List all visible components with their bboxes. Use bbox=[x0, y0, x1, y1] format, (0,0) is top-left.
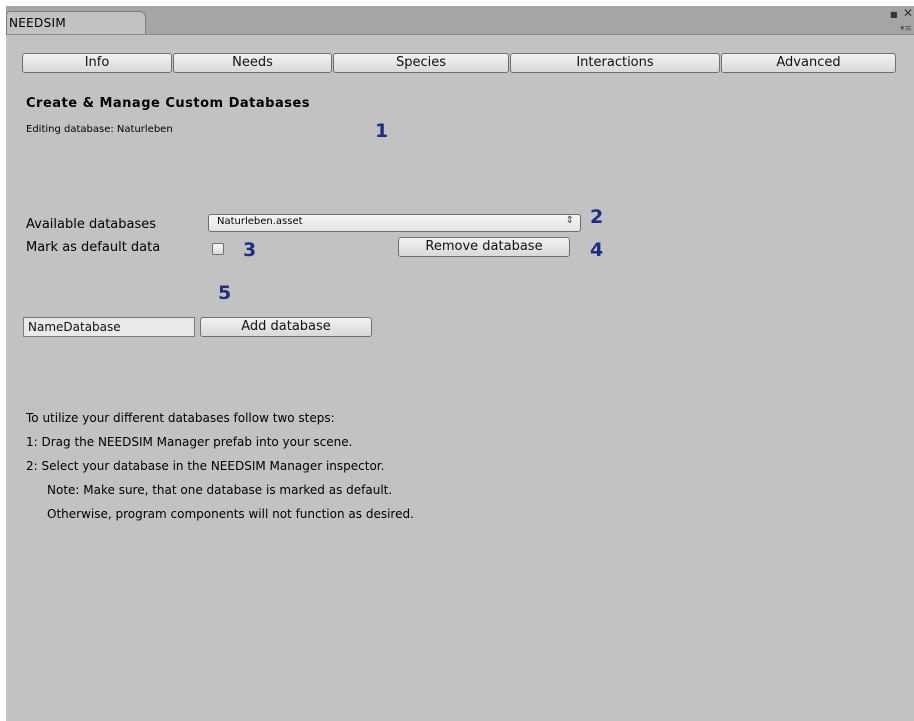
close-icon[interactable]: ✕ bbox=[903, 7, 913, 19]
instructions-text: To utilize your different databases foll… bbox=[26, 406, 414, 526]
annotation-marker-3: 3 bbox=[243, 239, 257, 261]
mark-default-label: Mark as default data bbox=[26, 240, 161, 255]
dropdown-arrows-icon: ⇕ bbox=[565, 215, 574, 226]
annotation-marker-5: 5 bbox=[218, 282, 232, 304]
database-select-value: Naturleben.asset bbox=[217, 216, 303, 227]
tab-needs[interactable]: Needs bbox=[173, 53, 332, 73]
instruction-note: Otherwise, program components will not f… bbox=[47, 507, 414, 521]
database-select[interactable]: Naturleben.asset ⇕ bbox=[208, 214, 581, 232]
instruction-line: To utilize your different databases foll… bbox=[26, 411, 335, 425]
add-database-button[interactable]: Add database bbox=[200, 317, 372, 337]
annotation-marker-4: 4 bbox=[590, 239, 604, 261]
annotation-marker-1: 1 bbox=[375, 120, 389, 142]
window-menu-icon[interactable]: ▾≡ bbox=[900, 24, 912, 34]
tab-info[interactable]: Info bbox=[22, 53, 172, 73]
tab-species[interactable]: Species bbox=[333, 53, 509, 73]
tab-advanced[interactable]: Advanced bbox=[721, 53, 896, 73]
editing-database-label: Editing database: Naturleben bbox=[26, 124, 173, 135]
instruction-note: Note: Make sure, that one database is ma… bbox=[47, 483, 393, 497]
window-tab-bar: NEEDSIM ■ ✕ ▾≡ bbox=[6, 6, 914, 35]
instruction-line: 1: Drag the NEEDSIM Manager prefab into … bbox=[26, 435, 353, 449]
remove-database-button[interactable]: Remove database bbox=[398, 237, 570, 257]
database-name-input[interactable] bbox=[23, 317, 195, 337]
window-tab-needsim[interactable]: NEEDSIM bbox=[6, 11, 146, 34]
tab-interactions[interactable]: Interactions bbox=[510, 53, 720, 73]
available-databases-label: Available databases bbox=[26, 217, 157, 232]
window-tab-label: NEEDSIM bbox=[9, 16, 66, 30]
instruction-line: 2: Select your database in the NEEDSIM M… bbox=[26, 459, 385, 473]
annotation-marker-2: 2 bbox=[590, 206, 604, 228]
needsim-window: NEEDSIM ■ ✕ ▾≡ Info Needs Species Intera… bbox=[6, 6, 914, 721]
mark-default-checkbox[interactable] bbox=[212, 243, 224, 255]
page-title: Create & Manage Custom Databases bbox=[26, 96, 311, 111]
maximize-icon[interactable]: ■ bbox=[890, 10, 898, 20]
